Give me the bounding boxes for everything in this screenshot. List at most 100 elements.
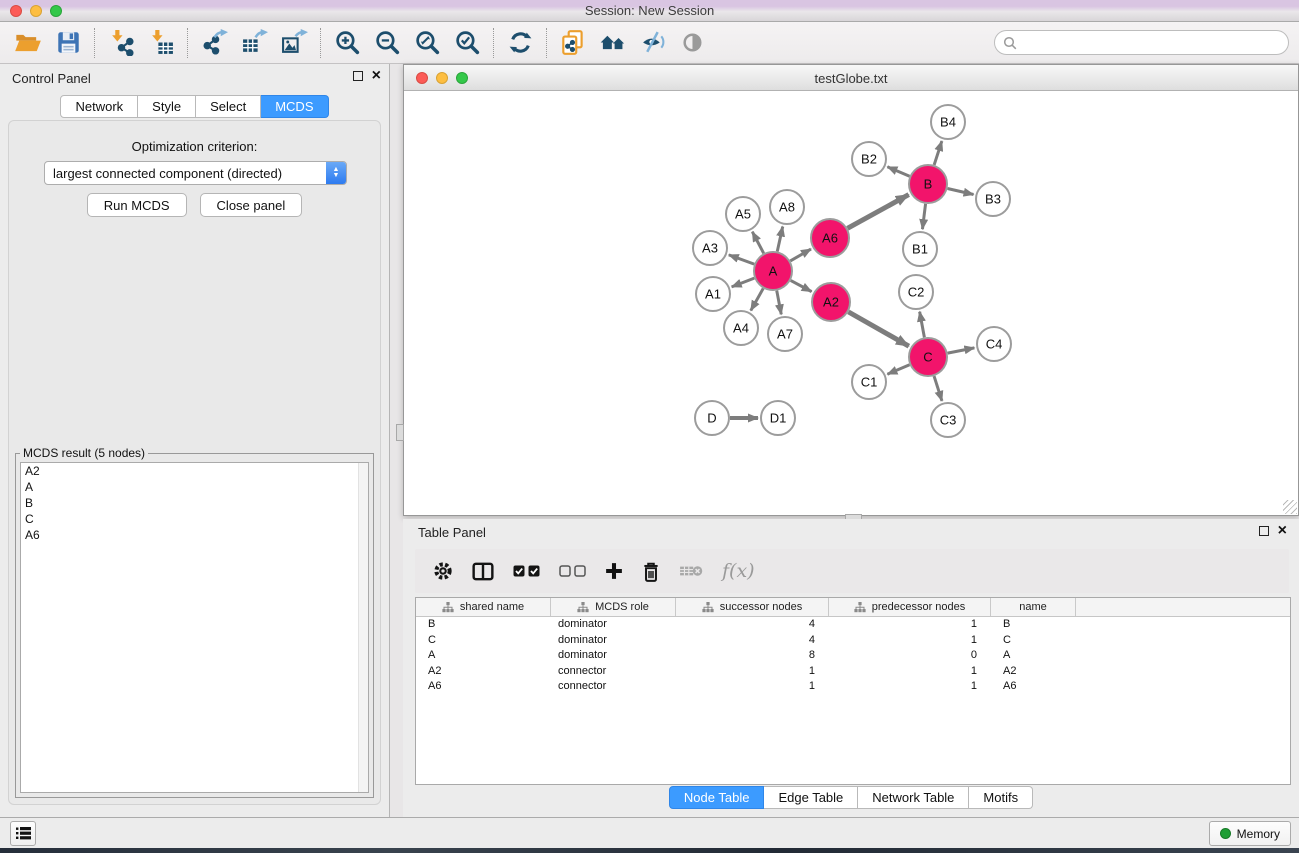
column-header-name[interactable]: name: [991, 598, 1076, 616]
show-panels-button[interactable]: [673, 25, 713, 61]
table-cell: A6: [991, 679, 1076, 695]
table-row[interactable]: Adominator80A: [416, 648, 1290, 664]
network-canvas[interactable]: B4B2BB3A5A8A6B1A3AC2A1A2A4A7C4CC1C3DD1: [405, 91, 1297, 514]
add-column-button[interactable]: [605, 562, 623, 580]
mcds-result-item[interactable]: A2: [21, 463, 368, 479]
edge-C-C1[interactable]: [887, 365, 909, 374]
run-mcds-button[interactable]: Run MCDS: [87, 193, 187, 217]
duplicate-network-icon: [559, 29, 587, 57]
tab-style[interactable]: Style: [138, 95, 196, 118]
desktop-edge: [0, 848, 1299, 853]
table-cell: connector: [551, 664, 676, 680]
close-panel-button[interactable]: Close panel: [200, 193, 303, 217]
close-panel-icon[interactable]: ×: [372, 71, 381, 81]
mcds-result-item[interactable]: A: [21, 479, 368, 495]
table-cell: 4: [676, 633, 829, 649]
optimization-criterion-dropdown[interactable]: largest connected component (directed) ▲…: [44, 161, 347, 185]
edge-A-A2[interactable]: [791, 280, 812, 291]
edge-A-A8[interactable]: [777, 227, 782, 252]
vertical-splitter-handle[interactable]: [396, 424, 404, 441]
node-label-A5: A5: [735, 207, 751, 222]
export-table-button[interactable]: [234, 25, 274, 61]
delete-table-button[interactable]: [679, 563, 703, 579]
export-image-button[interactable]: [274, 25, 314, 61]
tab-network-table[interactable]: Network Table: [858, 786, 969, 809]
duplicate-network-button[interactable]: [553, 25, 593, 61]
edge-C-C3[interactable]: [934, 376, 942, 401]
edge-B-B3[interactable]: [947, 188, 973, 194]
home-view-button[interactable]: [593, 25, 633, 61]
tab-select[interactable]: Select: [196, 95, 261, 118]
zoom-out-button[interactable]: [367, 25, 407, 61]
column-header-shared-name[interactable]: shared name: [416, 598, 551, 616]
edge-A-A3[interactable]: [729, 255, 754, 264]
table-row[interactable]: A2connector11A2: [416, 664, 1290, 680]
table-settings-button[interactable]: [433, 561, 453, 581]
edge-C-C4[interactable]: [948, 348, 975, 353]
table-cell: C: [991, 633, 1076, 649]
mcds-result-list[interactable]: A2ABCA6: [20, 462, 369, 793]
column-header-mcds-role[interactable]: MCDS role: [551, 598, 676, 616]
search-input[interactable]: [1017, 33, 1288, 53]
zoom-selected-button[interactable]: [447, 25, 487, 61]
column-visibility-button[interactable]: [472, 562, 494, 581]
save-session-button[interactable]: [48, 25, 88, 61]
edge-B-B2[interactable]: [887, 167, 909, 176]
mcds-result-item[interactable]: C: [21, 511, 368, 527]
network-view-window: testGlobe.txt B4B2BB3A5A8A6B1A3AC2A1A2A4…: [403, 64, 1299, 516]
mcds-result-item[interactable]: B: [21, 495, 368, 511]
zoom-in-button[interactable]: [327, 25, 367, 61]
memory-button[interactable]: Memory: [1209, 821, 1291, 846]
hierarchy-icon: [702, 602, 714, 613]
select-all-button[interactable]: [513, 565, 540, 577]
tab-node-table[interactable]: Node Table: [669, 786, 765, 809]
tab-mcds[interactable]: MCDS: [261, 95, 328, 118]
network-window-titlebar[interactable]: testGlobe.txt: [404, 65, 1298, 91]
import-network-button[interactable]: [101, 25, 141, 61]
tab-edge-table[interactable]: Edge Table: [764, 786, 858, 809]
zoom-fit-button[interactable]: [407, 25, 447, 61]
refresh-button[interactable]: [500, 25, 540, 61]
table-row[interactable]: Bdominator41B: [416, 617, 1290, 633]
status-bar: Memory: [0, 817, 1299, 848]
scrollbar-track[interactable]: [358, 463, 368, 792]
toolbar-separator: [320, 28, 321, 58]
export-network-button[interactable]: [194, 25, 234, 61]
zoom-out-icon: [374, 29, 401, 56]
column-header-predecessor-nodes[interactable]: predecessor nodes: [829, 598, 991, 616]
node-label-A3: A3: [702, 241, 718, 256]
open-session-button[interactable]: [8, 25, 48, 61]
edge-C-C2[interactable]: [920, 312, 925, 338]
edge-B-B4[interactable]: [934, 141, 942, 165]
control-panel-header: Control Panel ×: [0, 64, 389, 92]
checked-box-icon: [513, 565, 525, 577]
session-title: Session: New Session: [0, 3, 1299, 18]
close-panel-icon[interactable]: ×: [1278, 526, 1287, 536]
import-table-button[interactable]: [141, 25, 181, 61]
task-history-button[interactable]: [10, 821, 36, 846]
edge-A2-C[interactable]: [848, 312, 908, 346]
edge-B-B1[interactable]: [922, 204, 925, 229]
network-graph[interactable]: B4B2BB3A5A8A6B1A3AC2A1A2A4A7C4CC1C3DD1: [405, 91, 1299, 516]
table-row[interactable]: Cdominator41C: [416, 633, 1290, 649]
tab-network[interactable]: Network: [60, 95, 138, 118]
tab-motifs[interactable]: Motifs: [969, 786, 1033, 809]
search-box: [994, 30, 1289, 55]
float-panel-icon[interactable]: [1259, 526, 1269, 536]
hide-panels-button[interactable]: [633, 25, 673, 61]
node-table[interactable]: shared name MCDS role successor nodes: [415, 597, 1291, 785]
edge-A-A7[interactable]: [777, 291, 782, 315]
edge-A-A5[interactable]: [752, 232, 763, 254]
column-header-successor-nodes[interactable]: successor nodes: [676, 598, 829, 616]
edge-A6-B[interactable]: [848, 195, 909, 229]
deselect-all-button[interactable]: [559, 565, 586, 577]
mcds-result-item[interactable]: A6: [21, 527, 368, 543]
delete-column-button[interactable]: [642, 561, 660, 582]
window-resize-grip[interactable]: [1283, 500, 1297, 514]
float-panel-icon[interactable]: [353, 71, 363, 81]
edge-A-A4[interactable]: [751, 288, 763, 310]
edge-A-A1[interactable]: [732, 278, 755, 287]
edge-A-A6[interactable]: [790, 249, 811, 261]
apply-function-button[interactable]: f(x): [722, 560, 755, 582]
table-row[interactable]: A6connector11A6: [416, 679, 1290, 695]
